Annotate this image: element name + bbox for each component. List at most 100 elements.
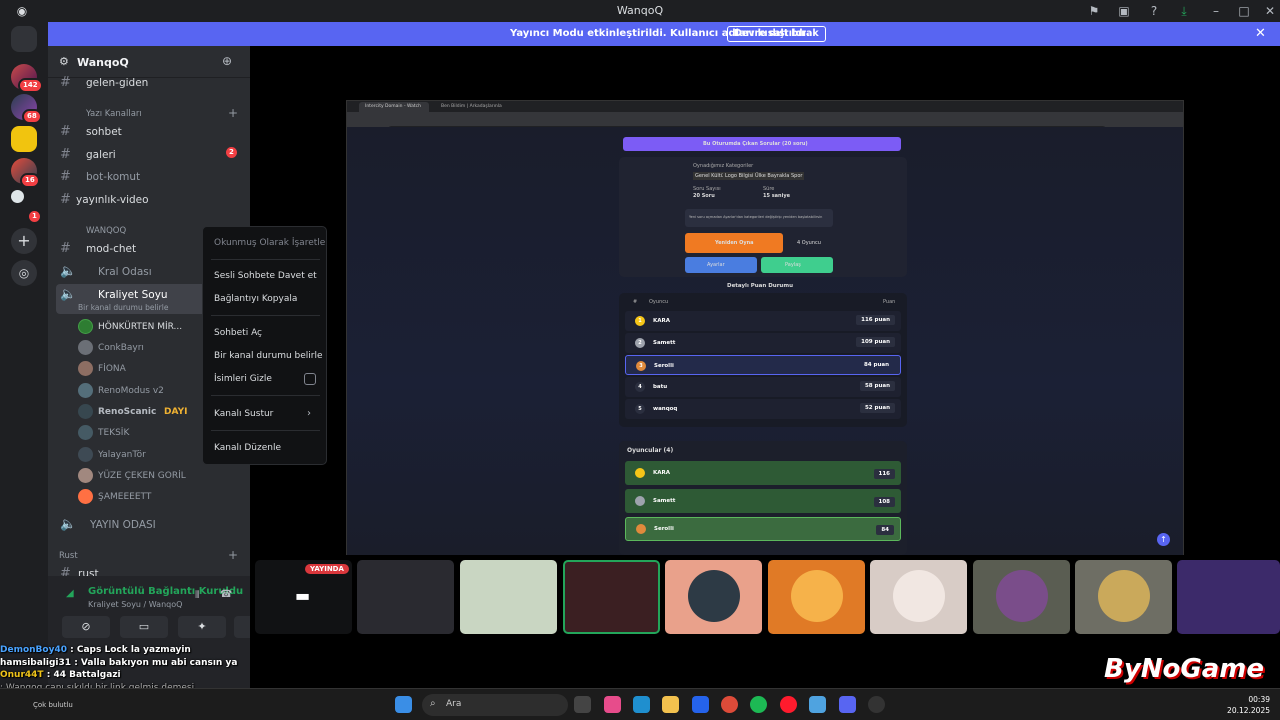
create-channel-icon[interactable]: +: [228, 548, 238, 562]
windows-taskbar: Çok bulutlu ⌕ Ara 00:39 20.12.2025: [0, 688, 1280, 720]
search-icon: ⌕: [430, 698, 436, 709]
weather-widget[interactable]: Çok bulutlu: [33, 701, 73, 709]
channel-sohbet[interactable]: # sohbet: [56, 121, 246, 141]
maximize-icon[interactable]: □: [1236, 3, 1252, 19]
avatar-tile[interactable]: [768, 560, 865, 634]
hash-icon: #: [60, 75, 71, 90]
channel-gelen-giden[interactable]: # gelen-giden: [56, 72, 246, 92]
download-icon[interactable]: ⤓: [1176, 3, 1192, 19]
banner-close-icon[interactable]: ✕: [1255, 26, 1266, 41]
voice-channel-path[interactable]: Kraliyet Soyu / WanqoQ: [88, 600, 182, 609]
settings-button[interactable]: Ayarlar: [685, 257, 757, 273]
speaker-active-icon: 🔈: [60, 287, 77, 302]
channel-yayinlik-video[interactable]: # yayınlık-video: [56, 189, 246, 209]
hide-names-checkbox[interactable]: [304, 373, 316, 385]
voice-channel-yayin-odasi[interactable]: 🔈 YAYIN ODASI: [56, 514, 246, 534]
direct-messages-icon[interactable]: [11, 26, 37, 52]
avatar-tile[interactable]: [665, 560, 762, 634]
category-text-channels[interactable]: Yazı Kanalları +: [56, 106, 246, 121]
chrome-icon[interactable]: [721, 696, 738, 713]
menu-mute-channel[interactable]: Kanalı Sustur: [214, 409, 273, 419]
voice-member[interactable]: ŞAMEEEETT: [78, 487, 246, 507]
replay-button[interactable]: Yeniden Oyna: [685, 233, 783, 253]
avatar-tile[interactable]: [973, 560, 1070, 634]
menu-set-status[interactable]: Bir kanal durumu belirle: [214, 351, 323, 361]
summary-card: Oynadığımız Kategoriler Genel Kültür Log…: [619, 157, 907, 289]
task-view-icon[interactable]: [574, 696, 591, 713]
screen-share-view[interactable]: Intercity Domain - Watch Golf... Ben Bil…: [346, 100, 1184, 555]
avatar: [78, 489, 93, 504]
minimize-icon[interactable]: –: [1208, 3, 1224, 19]
category-rust[interactable]: Rust +: [56, 548, 246, 563]
copilot-icon[interactable]: [604, 696, 621, 713]
edge-icon[interactable]: [633, 696, 650, 713]
menu-divider: [211, 430, 320, 431]
discord-icon[interactable]: [839, 696, 856, 713]
camera-tile[interactable]: [563, 560, 660, 634]
voice-member[interactable]: YÜZE ÇEKEN GORİL: [78, 466, 246, 486]
add-server-icon[interactable]: +: [11, 228, 37, 254]
inbox-flag-icon[interactable]: ⚑: [1086, 3, 1102, 19]
menu-mark-as-read[interactable]: Okunmuş Olarak İşaretle: [214, 238, 325, 248]
screen-share-icon[interactable]: ▭: [120, 616, 168, 638]
avatar: [996, 570, 1048, 622]
channel-status[interactable]: Bir kanal durumu belirle: [78, 303, 168, 312]
score-row: 2 Samett 109 puan: [625, 333, 901, 353]
menu-invite-voice[interactable]: Sesli Sohbete Davet et: [214, 271, 317, 281]
lock-server-icon[interactable]: [11, 126, 37, 152]
channel-context-menu: Okunmuş Olarak İşaretle Sesli Sohbete Da…: [202, 226, 327, 465]
menu-divider: [211, 259, 320, 260]
close-window-icon[interactable]: ✕: [1262, 3, 1278, 19]
scoreboard: # Oyuncu Puan 1 KARA 116 puan 2 Samett 1…: [619, 293, 907, 427]
hash-icon: #: [60, 192, 71, 207]
browser-address-bar: benbildim.com/room/3VP9YM: [347, 112, 1183, 135]
browser-tab: Intercity Domain - Watch Golf...: [359, 102, 429, 119]
monitor-icon: ▬: [295, 586, 311, 605]
stream-tile[interactable]: YAYINDA ▬: [255, 560, 352, 634]
member-tag: DAYI: [164, 407, 188, 417]
channel-galeri[interactable]: # galeri 2: [56, 144, 246, 164]
share-button[interactable]: Paylaş: [761, 257, 833, 273]
hash-icon: #: [60, 147, 71, 162]
taskbar-search[interactable]: ⌕ Ara: [422, 694, 568, 716]
camera-tile[interactable]: [460, 560, 557, 634]
avatar: [78, 425, 93, 440]
avatar: [893, 570, 945, 622]
invite-people-icon[interactable]: ⊕: [222, 54, 232, 68]
help-icon[interactable]: ?: [1146, 3, 1162, 19]
score-row: 1 KARA 116 puan: [625, 311, 901, 331]
app-icon[interactable]: [809, 696, 826, 713]
camera-tile[interactable]: [357, 560, 454, 634]
camera-off-icon[interactable]: ⊘: [62, 616, 110, 638]
file-explorer-icon[interactable]: [662, 696, 679, 713]
taskbar-clock[interactable]: 00:39 20.12.2025: [1226, 694, 1270, 716]
score-row: 3 Serolli 84 puan: [625, 355, 901, 375]
avatar: [78, 447, 93, 462]
scroll-top-icon[interactable]: ↑: [1157, 533, 1170, 546]
avatar: [636, 524, 646, 534]
channel-bot-komut[interactable]: # bot-komut: [56, 166, 246, 186]
window-titlebar: ◉ WanqoQ ⚑ ▣ ? ⤓ – □ ✕: [0, 0, 1280, 22]
mention-badge: 16: [20, 173, 40, 188]
noise-suppression-icon[interactable]: ⦀: [195, 590, 199, 601]
menu-open-chat[interactable]: Sohbeti Aç: [214, 328, 262, 338]
avatar-tile[interactable]: [870, 560, 967, 634]
chat-line: hamsibaligi31 : Valla bakıyon mu abi can…: [0, 657, 238, 668]
app-icon[interactable]: [868, 696, 885, 713]
explore-icon[interactable]: ◎: [11, 260, 37, 286]
screen-icon[interactable]: ▣: [1116, 3, 1132, 19]
server-icon[interactable]: [11, 190, 24, 203]
disable-streamer-mode-button[interactable]: Devre dışı bırak: [727, 26, 826, 42]
activities-icon[interactable]: ✦: [178, 616, 226, 638]
menu-hide-names[interactable]: İsimleri Gizle: [214, 374, 272, 384]
opera-icon[interactable]: [780, 696, 797, 713]
disconnect-icon[interactable]: ☎: [220, 589, 232, 600]
menu-edit-channel[interactable]: Kanalı Düzenle: [214, 443, 281, 453]
spotify-icon[interactable]: [750, 696, 767, 713]
create-channel-icon[interactable]: +: [228, 106, 238, 120]
menu-copy-link[interactable]: Bağlantıyı Kopyala: [214, 294, 297, 304]
store-icon[interactable]: [692, 696, 709, 713]
windows-start-icon[interactable]: [395, 696, 412, 713]
unread-badge: 2: [226, 147, 237, 158]
server-badge-icon: ⚙: [59, 55, 69, 68]
